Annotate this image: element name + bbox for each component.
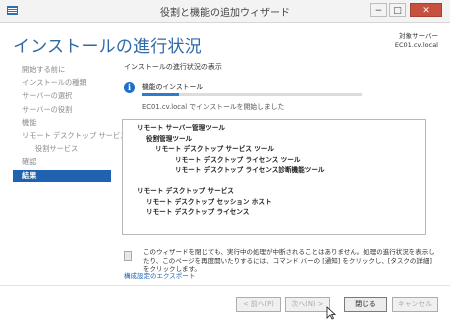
section-label: インストールの進行状況の表示	[124, 63, 222, 71]
progress-label: 機能のインストール	[142, 83, 204, 91]
target-server-block: 対象サーバー EC01.cv.local	[395, 32, 438, 50]
sidebar-item[interactable]: サーバーの選択	[13, 90, 111, 102]
notice-icon	[124, 251, 132, 261]
feature-item	[123, 176, 425, 187]
feature-item: リモート サーバー管理ツール	[137, 124, 225, 132]
wizard-navigation: 開始する前に インストールの種類 サーバーの選択 サーバーの役割 機能 リモート デスクト…	[13, 64, 127, 183]
next-button[interactable]: 次へ(N) >	[285, 297, 330, 312]
export-settings-link[interactable]: 構成設定のエクスポート	[124, 270, 195, 280]
wizard-header: インストールの進行状況 対象サーバー EC01.cv.local	[0, 23, 450, 63]
footer-divider	[0, 285, 450, 286]
title-bar: 役割と機能の追加ウィザード − □ ✕	[0, 0, 450, 23]
installed-features-list: リモート サーバー管理ツール役割管理ツールリモート デスクトップ サービス ツー…	[122, 119, 426, 235]
sidebar-item[interactable]: 結果	[13, 169, 111, 182]
feature-item: 役割管理ツール	[146, 134, 193, 143]
cancel-button[interactable]: キャンセル	[392, 297, 438, 312]
progress-status: EC01.cv.local でインストールを開始しました	[142, 103, 285, 111]
sidebar-item[interactable]: リモート デスクトップ サービス	[13, 130, 127, 142]
feature-item: リモート デスクトップ ライセンス ツール	[175, 155, 301, 164]
target-server-label: 対象サーバー	[399, 32, 438, 40]
sidebar-item[interactable]: サーバーの役割	[13, 104, 111, 116]
close-window-button[interactable]: ✕	[410, 3, 442, 17]
progress-bar	[142, 93, 362, 96]
notice-panel: このウィザードを閉じても、実行中の処理が中断されることはありません。処理の進行状…	[120, 248, 440, 273]
target-server-name: EC01.cv.local	[394, 41, 438, 49]
sidebar-item[interactable]: 開始する前に	[13, 64, 111, 76]
sidebar-item[interactable]: 確認	[13, 156, 111, 168]
feature-item: リモート デスクトップ サービス ツール	[155, 145, 274, 153]
progress-bar-fill	[142, 93, 180, 96]
sidebar-item[interactable]: インストールの種類	[13, 77, 111, 89]
feature-item: リモート デスクトップ セッション ホスト	[146, 197, 272, 206]
minimize-button[interactable]: −	[370, 3, 387, 17]
feature-item: リモート デスクトップ サービス	[137, 187, 234, 195]
page-title: インストールの進行状況	[13, 37, 202, 57]
main-content: インストールの進行状況の表示 i 機能のインストール EC01.cv.local…	[120, 62, 440, 280]
close-button[interactable]: 閉じる	[344, 297, 387, 312]
info-icon: i	[124, 82, 135, 93]
wizard-window: 役割と機能の追加ウィザード − □ ✕ インストールの進行状況 対象サーバー E…	[0, 0, 450, 320]
feature-item: リモート デスクトップ ライセンス	[146, 208, 250, 216]
sidebar-item[interactable]: 機能	[13, 117, 111, 129]
maximize-button[interactable]: □	[389, 3, 406, 17]
mouse-cursor-icon	[326, 306, 336, 320]
feature-item: リモート デスクトップ ライセンス診断機能ツール	[175, 166, 325, 174]
previous-button[interactable]: < 前へ(P)	[236, 297, 281, 312]
sidebar-item[interactable]: 役割サービス	[13, 143, 111, 155]
